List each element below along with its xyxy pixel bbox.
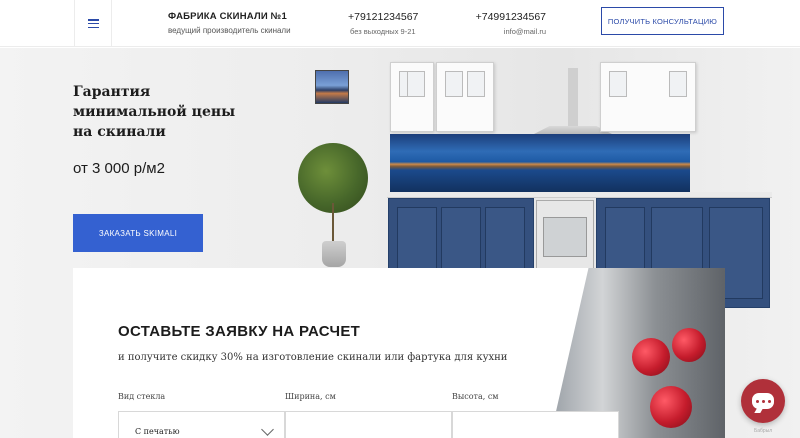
chevron-down-icon [261,423,274,436]
glass-type-select[interactable]: С печатью [118,411,285,438]
phone-link-1[interactable]: +79121234567 [348,11,418,23]
chat-bubble-icon [752,393,774,409]
lower-cabinet [388,198,534,278]
height-input[interactable] [452,411,619,438]
brand-title: ФАБРИКА СКИНАЛИ №1 [168,11,287,22]
form-subtitle: и получите скидку 30% на изготовление ск… [118,352,508,363]
order-button[interactable]: ЗАКАЗАТЬ SKIMALI [73,214,203,252]
chat-caption: Бабрыл [754,428,773,434]
consultation-button[interactable]: ПОЛУЧИТЬ КОНСУЛЬТАЦИЮ [601,7,724,35]
hero-title-line-1: Гарантия [73,84,151,100]
range-hood [568,68,578,128]
phone-block-2: +74991234567 info@mail.ru [474,11,546,36]
menu-button[interactable] [74,0,112,47]
width-input[interactable] [285,411,452,438]
phone-link-2[interactable]: +74991234567 [474,11,546,23]
upper-cabinet [390,62,434,132]
working-hours: без выходных 9-21 [350,27,416,36]
email-link[interactable]: info@mail.ru [474,27,546,36]
upper-cabinet [600,62,696,132]
brand-block[interactable]: ФАБРИКА СКИНАЛИ №1 ведущий производитель… [168,11,291,35]
hero-title-line-2: минимальной цены [73,104,236,120]
phone-block-1: +79121234567 без выходных 9-21 [348,11,418,36]
skinali-backsplash [390,134,690,192]
site-header: ФАБРИКА СКИНАЛИ №1 ведущий производитель… [0,0,800,47]
glass-type-value: С печатью [135,427,180,436]
potted-plant [298,143,368,273]
hero-title-line-3: на скинали [73,124,166,140]
wall-picture [315,70,349,104]
oven [536,200,594,270]
hero-price: от 3 000 р/м2 [73,160,165,177]
quote-form-card: ОСТАВЬТЕ ЗАЯВКУ НА РАСЧЕТ и получите ски… [73,268,725,438]
height-label: Высота, см [452,392,499,401]
width-label: Ширина, см [285,392,336,401]
brand-subtitle: ведущий производитель скинали [168,26,291,35]
form-title: ОСТАВЬТЕ ЗАЯВКУ НА РАСЧЕТ [118,323,361,340]
upper-cabinet [436,62,494,132]
chat-widget-button[interactable] [741,379,785,423]
glass-type-label: Вид стекла [118,392,166,401]
hero-title: Гарантия минимальной цены на скинали [73,82,235,142]
hamburger-menu-icon [87,19,99,28]
